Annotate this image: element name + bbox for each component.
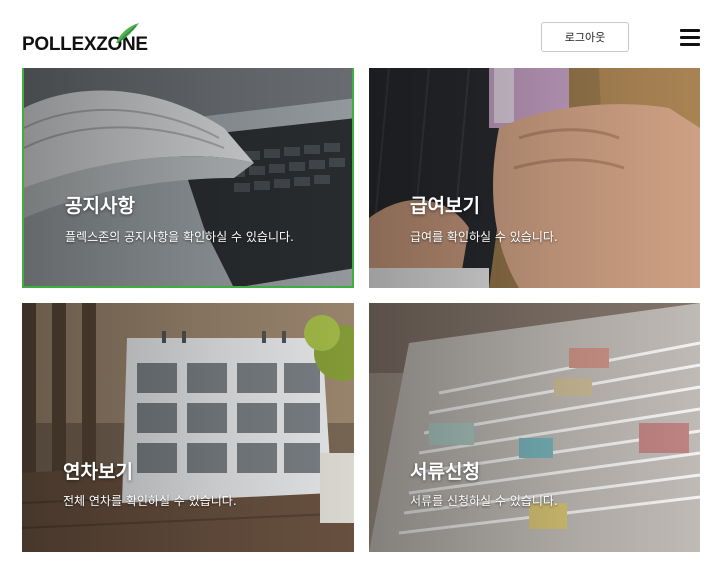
logout-button[interactable]: 로그아웃 <box>541 22 629 52</box>
image-overlay <box>369 303 700 552</box>
card-description: 급여를 확인하실 수 있습니다. <box>410 230 558 244</box>
card-title: 급여보기 <box>410 195 480 217</box>
card-description: 전체 연차를 확인하실 수 있습니다. <box>63 494 237 508</box>
hamburger-menu-icon[interactable] <box>680 29 700 47</box>
card-title: 서류신청 <box>410 461 480 483</box>
header: POLLEXZONE 로그아웃 <box>0 0 720 68</box>
image-overlay <box>24 68 352 286</box>
card-title: 공지사항 <box>65 195 135 217</box>
card-title: 연차보기 <box>63 461 133 483</box>
card-notices[interactable]: 공지사항 플렉스존의 공지사항을 확인하실 수 있습니다. <box>22 68 354 288</box>
card-salary[interactable]: 급여보기 급여를 확인하실 수 있습니다. <box>369 68 700 288</box>
image-overlay <box>22 303 354 552</box>
card-description: 서류를 신청하실 수 있습니다. <box>410 494 558 508</box>
card-annual-leave[interactable]: 연차보기 전체 연차를 확인하실 수 있습니다. <box>22 303 354 552</box>
card-description: 플렉스존의 공지사항을 확인하실 수 있습니다. <box>65 230 294 244</box>
card-documents[interactable]: 서류신청 서류를 신청하실 수 있습니다. <box>369 303 700 552</box>
leaf-icon <box>116 23 139 44</box>
image-overlay <box>369 68 700 288</box>
